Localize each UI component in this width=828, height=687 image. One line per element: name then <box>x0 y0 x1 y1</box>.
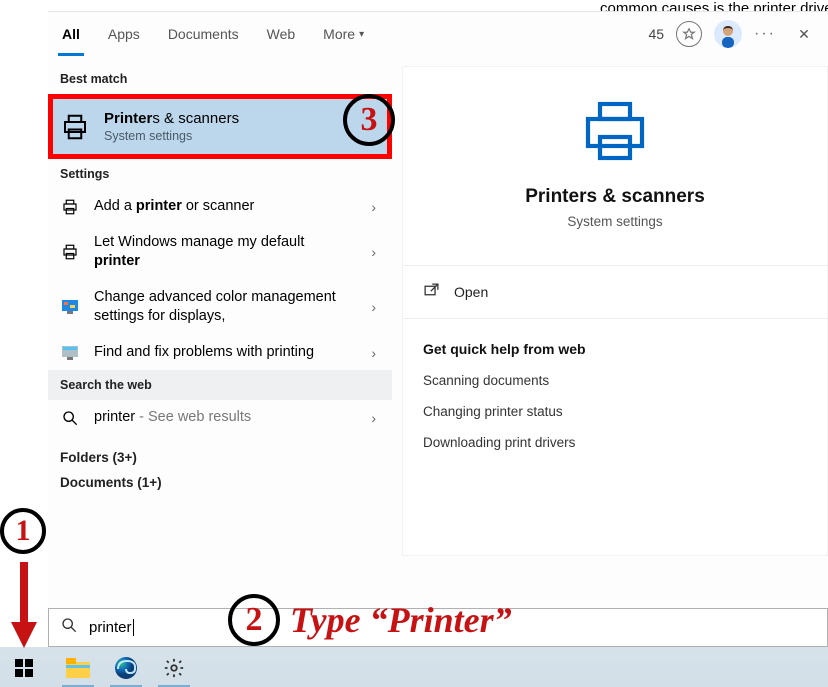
taskbar <box>0 647 828 687</box>
close-icon[interactable]: ✕ <box>788 26 820 43</box>
best-match-printers-scanners[interactable]: Printers & scanners System settings <box>48 94 392 159</box>
results-left-column: Best match Printers & scanners System se… <box>48 64 392 496</box>
open-button[interactable]: Open <box>403 266 827 318</box>
documents-group[interactable]: Documents (1+) <box>48 471 392 496</box>
display-icon <box>60 300 80 314</box>
printer-icon <box>60 198 80 216</box>
settings-add-printer[interactable]: Add a printer or scanner › <box>48 189 392 225</box>
troubleshoot-icon <box>60 346 80 360</box>
section-search-web: Search the web <box>48 370 392 400</box>
chevron-right-icon: › <box>371 410 376 426</box>
preview-subtitle: System settings <box>403 214 827 229</box>
chevron-down-icon: ▾ <box>359 29 364 40</box>
settings-icon[interactable] <box>154 651 194 684</box>
edge-browser-icon[interactable] <box>106 651 146 684</box>
annotation-arrow <box>9 562 39 648</box>
tab-all[interactable]: All <box>48 12 94 56</box>
preview-title: Printers & scanners <box>403 186 827 208</box>
best-match-text: Printers & scanners System settings <box>104 110 239 143</box>
section-best-match: Best match <box>48 64 392 94</box>
tab-apps[interactable]: Apps <box>94 12 154 56</box>
chevron-right-icon: › <box>371 345 376 361</box>
help-heading: Get quick help from web <box>403 319 827 365</box>
printer-icon <box>403 95 827 172</box>
help-downloading-print-drivers[interactable]: Downloading print drivers <box>403 427 827 458</box>
tab-more[interactable]: More▾ <box>309 12 378 56</box>
help-changing-printer-status[interactable]: Changing printer status <box>403 396 827 427</box>
search-value: printer <box>89 619 132 636</box>
folders-group[interactable]: Folders (3+) <box>48 436 392 471</box>
web-result-printer[interactable]: printer - See web results › <box>48 400 392 436</box>
printer-icon <box>60 243 80 261</box>
user-avatar[interactable] <box>714 20 742 48</box>
file-explorer-icon[interactable] <box>58 651 98 684</box>
start-button[interactable] <box>4 651 44 684</box>
text-cursor <box>133 619 134 636</box>
settings-default-printer[interactable]: Let Windows manage my default printer › <box>48 225 392 280</box>
rewards-points[interactable]: 45 <box>648 26 664 42</box>
section-settings: Settings <box>48 159 392 189</box>
chevron-right-icon: › <box>371 199 376 215</box>
search-tabs: All Apps Documents Web More▾ 45 ··· ✕ <box>48 12 828 56</box>
search-icon <box>49 617 89 638</box>
options-icon[interactable]: ··· <box>754 25 776 43</box>
tab-web[interactable]: Web <box>253 12 310 56</box>
annotation-step-2: 2 <box>228 594 280 646</box>
tab-documents[interactable]: Documents <box>154 12 253 56</box>
settings-color-management[interactable]: Change advanced color management setting… <box>48 280 392 335</box>
search-icon <box>60 410 80 426</box>
rewards-icon[interactable] <box>676 21 702 47</box>
annotation-step-3: 3 <box>343 94 395 146</box>
settings-troubleshoot-printing[interactable]: Find and fix problems with printing › <box>48 335 392 371</box>
chevron-right-icon: › <box>371 299 376 315</box>
annotation-label: Type “Printer” <box>290 599 512 641</box>
help-scanning-documents[interactable]: Scanning documents <box>403 365 827 396</box>
open-icon <box>423 282 440 302</box>
chevron-right-icon: › <box>371 244 376 260</box>
printer-icon <box>60 112 90 142</box>
annotation-step-1: 1 <box>0 508 46 554</box>
preview-pane: Printers & scanners System settings Open… <box>402 66 828 556</box>
search-results-panel: All Apps Documents Web More▾ 45 ··· ✕ Be… <box>48 11 828 609</box>
